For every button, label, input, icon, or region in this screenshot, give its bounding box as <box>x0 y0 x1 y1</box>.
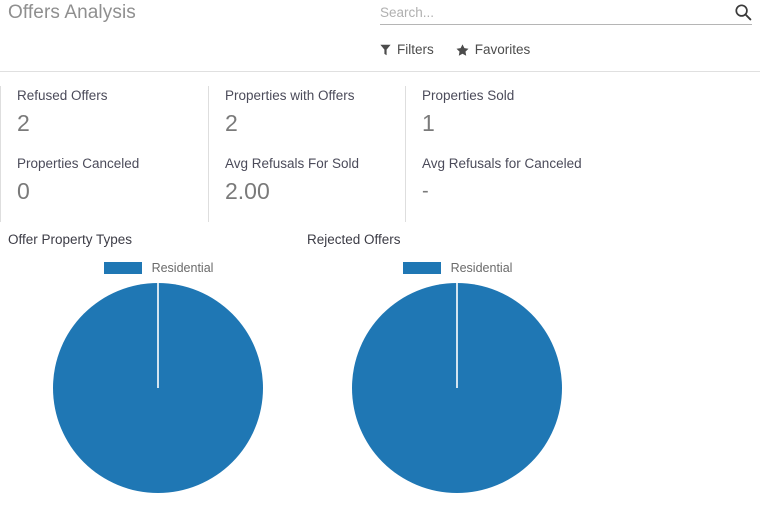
kpi-value: 2 <box>17 110 30 136</box>
kpi-tile-properties-sold[interactable]: Properties Sold 1 <box>405 86 605 154</box>
kpi-tile-avg-refusals-for-sold[interactable]: Avg Refusals For Sold 2.00 <box>208 154 405 222</box>
kpi-label: Properties with Offers <box>225 88 355 103</box>
legend-item-residential[interactable]: Residential <box>401 261 513 275</box>
kpi-value: 0 <box>17 178 30 204</box>
kpi-label: Refused Offers <box>17 88 108 103</box>
kpi-value: 1 <box>422 110 435 136</box>
legend-item-residential[interactable]: Residential <box>102 261 214 275</box>
chart-legend: Residential <box>299 261 615 275</box>
search-input[interactable] <box>380 1 720 23</box>
pie-chart-canvas[interactable] <box>299 280 615 496</box>
kpi-value: 2.00 <box>225 178 270 204</box>
kpi-label: Properties Canceled <box>17 156 140 171</box>
charts-area: Offer Property Types Residential Rejecte… <box>0 228 760 496</box>
kpi-label: Avg Refusals for Canceled <box>422 156 582 171</box>
filters-menu-label: Filters <box>397 42 434 57</box>
kpi-label: Properties Sold <box>422 88 515 103</box>
chart-title: Rejected Offers <box>307 232 401 247</box>
kpi-tile-refused-offers[interactable]: Refused Offers 2 <box>0 86 208 154</box>
star-icon <box>456 43 469 56</box>
favorites-menu-label: Favorites <box>474 42 531 57</box>
kpi-value: - <box>422 180 429 202</box>
search-icon[interactable] <box>734 3 752 21</box>
breadcrumb[interactable]: Offers Analysis <box>8 2 136 24</box>
search-view[interactable] <box>380 1 752 25</box>
filters-menu-button[interactable]: Filters <box>380 42 434 57</box>
chart-offer-property-types: Offer Property Types Residential <box>0 228 316 496</box>
pie-chart-canvas[interactable] <box>0 280 316 496</box>
chart-rejected-offers: Rejected Offers Residential <box>299 228 615 496</box>
kpi-tile-properties-canceled[interactable]: Properties Canceled 0 <box>0 154 208 222</box>
favorites-menu-button[interactable]: Favorites <box>456 42 531 57</box>
legend-label: Residential <box>450 261 513 275</box>
control-panel: Offers Analysis Filters Fav <box>0 0 760 72</box>
kpi-tile-avg-refusals-for-canceled[interactable]: Avg Refusals for Canceled - <box>405 154 605 222</box>
filter-funnel-icon <box>380 44 391 56</box>
chart-title: Offer Property Types <box>8 232 133 247</box>
kpi-label: Avg Refusals For Sold <box>225 156 360 171</box>
kpi-tile-properties-with-offers[interactable]: Properties with Offers 2 <box>208 86 405 154</box>
legend-label: Residential <box>151 261 214 275</box>
chart-legend: Residential <box>0 261 316 275</box>
legend-color-swatch <box>102 261 143 275</box>
kpi-tile-row-2: Properties Canceled 0 Avg Refusals For S… <box>0 154 760 222</box>
search-dropdown-menus: Filters Favorites <box>380 42 552 57</box>
kpi-tiles: Refused Offers 2 Properties with Offers … <box>0 72 760 222</box>
kpi-value: 2 <box>225 110 238 136</box>
kpi-tile-row-1: Refused Offers 2 Properties with Offers … <box>0 86 760 154</box>
legend-color-swatch <box>401 261 442 275</box>
